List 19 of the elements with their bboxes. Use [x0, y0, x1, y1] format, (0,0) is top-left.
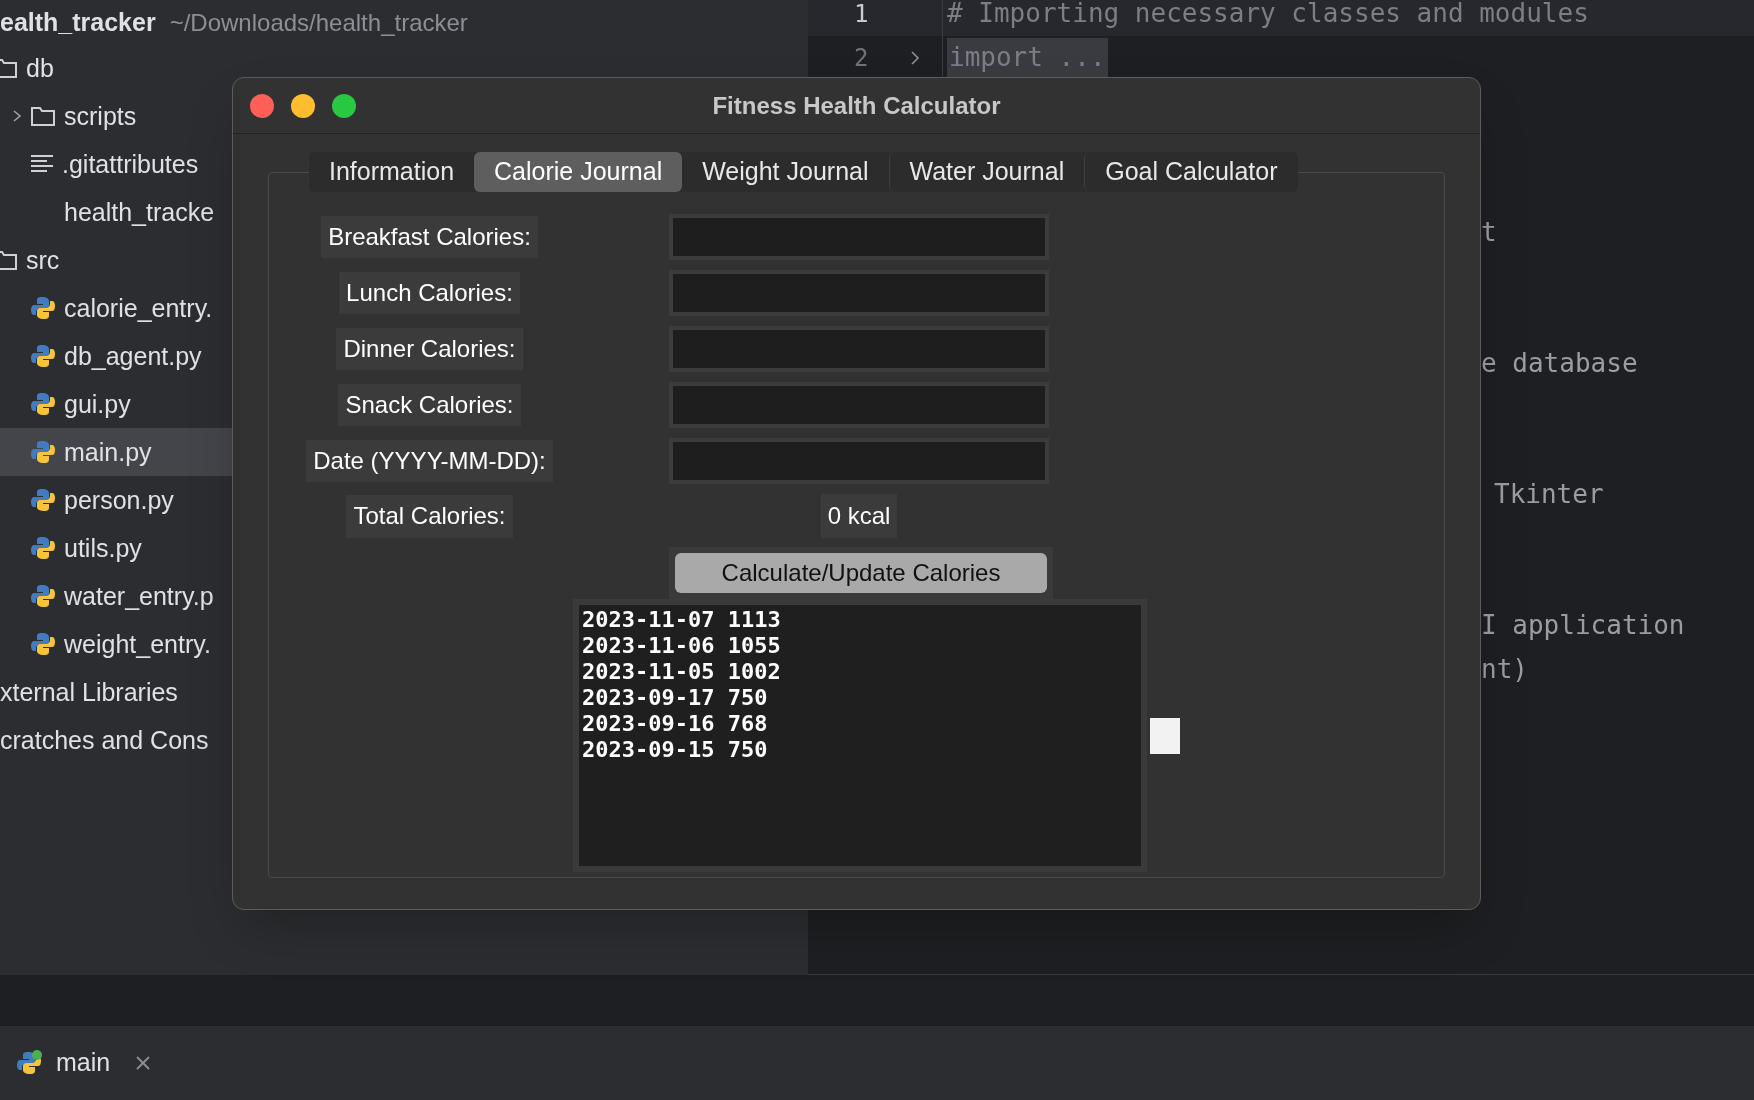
window-title: Fitness Health Calculator	[712, 90, 1001, 121]
field-label: Lunch Calories:	[339, 272, 520, 314]
code-text: I application	[1481, 608, 1685, 642]
code-text: e database	[1481, 346, 1638, 380]
line-number: 1	[854, 0, 869, 30]
code-text: Tkinter	[1494, 477, 1604, 511]
code-text: t	[1481, 215, 1497, 249]
line-number: 2	[854, 42, 869, 74]
field-label: Snack Calories:	[338, 384, 521, 426]
project-path: ~/Downloads/health_tracker	[169, 8, 468, 38]
field-label: Dinner Calories:	[336, 328, 523, 370]
code-comment: # Importing necessary classes and modules	[947, 0, 1589, 31]
code-text: nt)	[1481, 652, 1528, 686]
project-name: ealth_tracker	[0, 7, 156, 38]
total-value: 0 kcal	[820, 494, 898, 538]
field-label: Breakfast Calories:	[321, 216, 538, 258]
field-label: Date (YYYY-MM-DD):	[306, 440, 553, 482]
folded-code: import ...	[947, 38, 1108, 78]
field-label: Total Calories:	[346, 494, 513, 538]
